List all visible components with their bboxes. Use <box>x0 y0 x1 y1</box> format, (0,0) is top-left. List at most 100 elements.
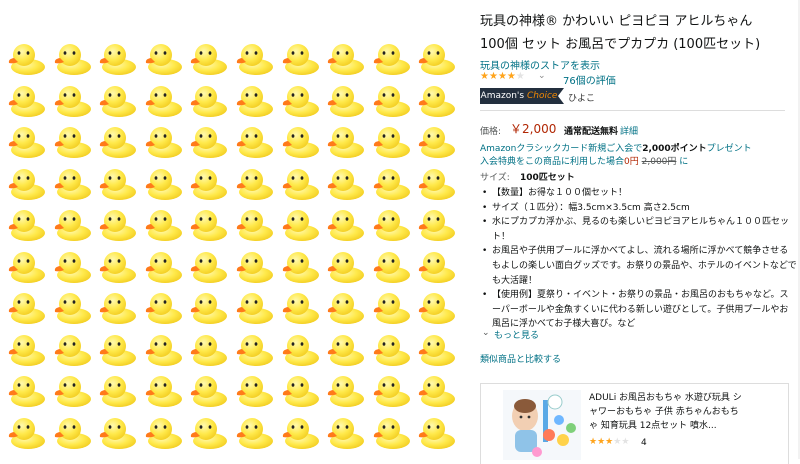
rubber-duck-icon <box>188 40 228 76</box>
rubber-duck-icon <box>6 248 46 284</box>
ad-rating-stars[interactable]: ★★★★★ <box>589 437 629 447</box>
rubber-duck-icon <box>280 123 320 159</box>
rubber-duck-icon <box>6 82 46 118</box>
badge-choice-text: Choice <box>526 91 558 101</box>
rubber-duck-icon <box>97 289 137 325</box>
promo-line2-suffix[interactable]: に <box>679 157 688 167</box>
compare-similar-link[interactable]: 類似商品と比較する <box>480 352 561 365</box>
rubber-duck-icon <box>6 331 46 367</box>
ad-title-line3[interactable]: ゃ 知育玩具 12点セット 噴水... <box>589 419 717 433</box>
rubber-duck-icon <box>143 289 183 325</box>
promo-line1[interactable]: Amazonクラシックカード新規ご入会で2,000ポイントプレゼント <box>480 143 752 156</box>
rubber-duck-icon <box>188 248 228 284</box>
rubber-duck-icon <box>325 414 365 450</box>
promo-strike-price: 2,000円 <box>641 157 677 167</box>
rubber-duck-icon <box>325 206 365 242</box>
star-icon: ★ <box>488 71 498 82</box>
star-icon: ★ <box>589 437 598 447</box>
rubber-duck-icon <box>188 331 228 367</box>
ad-title-line1[interactable]: ADULi お風呂おもちゃ 水遊び玩具 シ <box>589 391 742 405</box>
rubber-duck-icon <box>234 331 274 367</box>
promo-zero: 0円 <box>624 157 639 167</box>
rubber-duck-icon <box>6 123 46 159</box>
ad-title-line2[interactable]: ャワーおもちゃ 子供 赤ちゃんおもち <box>589 405 739 419</box>
rubber-duck-icon <box>143 40 183 76</box>
rubber-duck-icon <box>6 372 46 408</box>
star-icon: ★ <box>480 71 489 82</box>
product-image[interactable] <box>0 36 466 459</box>
chevron-down-icon[interactable]: ⌄ <box>482 328 490 338</box>
rubber-duck-icon <box>280 248 320 284</box>
rubber-duck-icon <box>52 331 92 367</box>
rubber-duck-icon <box>97 206 137 242</box>
price-label: 価格: <box>480 127 502 137</box>
feature-bullet: お風呂や子供用プールに浮かべてよし、流れる場所に浮かべて競争させるもよしの楽しい… <box>482 244 797 288</box>
rubber-duck-icon <box>188 165 228 201</box>
rubber-duck-icon <box>371 123 411 159</box>
rating-count-link[interactable]: 76個の評価 <box>563 72 616 87</box>
feature-bullet: サイズ（１匹分）：幅3.5cm×3.5cm 高さ2.5cm <box>482 201 797 216</box>
rubber-duck-icon <box>188 82 228 118</box>
rubber-duck-icon <box>416 206 456 242</box>
rubber-duck-icon <box>416 123 456 159</box>
ad-rating-count: 4 <box>641 438 647 448</box>
rubber-duck-icon <box>6 414 46 450</box>
rubber-duck-icon <box>52 414 92 450</box>
rubber-duck-icon <box>325 123 365 159</box>
rating-stars[interactable]: ★★★★★ <box>480 71 525 82</box>
star-icon: ★ <box>621 437 630 447</box>
rubber-duck-icon <box>234 165 274 201</box>
rubber-duck-icon <box>97 372 137 408</box>
rubber-duck-icon <box>234 206 274 242</box>
rubber-duck-icon <box>280 289 320 325</box>
rubber-duck-icon <box>143 82 183 118</box>
rubber-duck-icon <box>371 40 411 76</box>
rubber-duck-icon <box>416 331 456 367</box>
ad-product-image[interactable] <box>503 390 581 460</box>
rubber-duck-icon <box>234 40 274 76</box>
rubber-duck-icon <box>6 165 46 201</box>
promo-line2[interactable]: 入会特典をこの商品に利用した場合0円 2,000円 に <box>480 156 688 169</box>
rubber-duck-icon <box>234 414 274 450</box>
rubber-duck-icon <box>97 165 137 201</box>
rubber-duck-icon <box>143 372 183 408</box>
rubber-duck-icon <box>188 414 228 450</box>
rubber-duck-icon <box>280 82 320 118</box>
rubber-duck-icon <box>234 123 274 159</box>
rubber-duck-icon <box>416 414 456 450</box>
rubber-duck-icon <box>188 372 228 408</box>
rubber-duck-icon <box>234 82 274 118</box>
rubber-duck-icon <box>325 372 365 408</box>
rubber-duck-icon <box>371 206 411 242</box>
chevron-down-icon[interactable]: ⌄ <box>538 71 546 81</box>
rubber-duck-icon <box>234 289 274 325</box>
details-link[interactable]: 詳細 <box>620 124 638 137</box>
promo-suffix[interactable]: プレゼント <box>707 144 752 154</box>
rubber-duck-icon <box>52 289 92 325</box>
rubber-duck-icon <box>97 414 137 450</box>
star-icon: ★ <box>597 437 606 447</box>
store-link[interactable]: 玩具の神様のストアを表示 <box>480 57 600 72</box>
shipping-text: 通常配送無料 <box>564 127 619 137</box>
badge-amazons-text: Amazon's <box>480 91 525 101</box>
rubber-duck-icon <box>188 289 228 325</box>
promo-line2-prefix[interactable]: 入会特典をこの商品に利用した場合 <box>480 157 624 167</box>
rubber-duck-icon <box>416 165 456 201</box>
rubber-duck-icon <box>325 248 365 284</box>
rubber-duck-icon <box>143 165 183 201</box>
see-more-link[interactable]: もっと見る <box>494 328 539 341</box>
rubber-duck-icon <box>143 248 183 284</box>
rubber-duck-icon <box>371 248 411 284</box>
sponsored-product-card[interactable]: ADULi お風呂おもちゃ 水遊び玩具 シ ャワーおもちゃ 子供 赤ちゃんおもち… <box>480 383 789 464</box>
rubber-duck-icon <box>188 123 228 159</box>
rubber-duck-icon <box>371 289 411 325</box>
size-value: 100匹セット <box>520 173 575 183</box>
promo-points: 2,000ポイント <box>642 144 707 154</box>
product-title-line1: 玩具の神様® かわいい ピヨピヨ アヒルちゃん <box>480 14 753 29</box>
rubber-duck-icon <box>280 414 320 450</box>
promo-prefix[interactable]: Amazonクラシックカード新規ご入会で <box>480 144 642 154</box>
rubber-duck-icon <box>97 82 137 118</box>
rubber-duck-icon <box>234 248 274 284</box>
rubber-duck-icon <box>416 40 456 76</box>
rubber-duck-icon <box>325 40 365 76</box>
